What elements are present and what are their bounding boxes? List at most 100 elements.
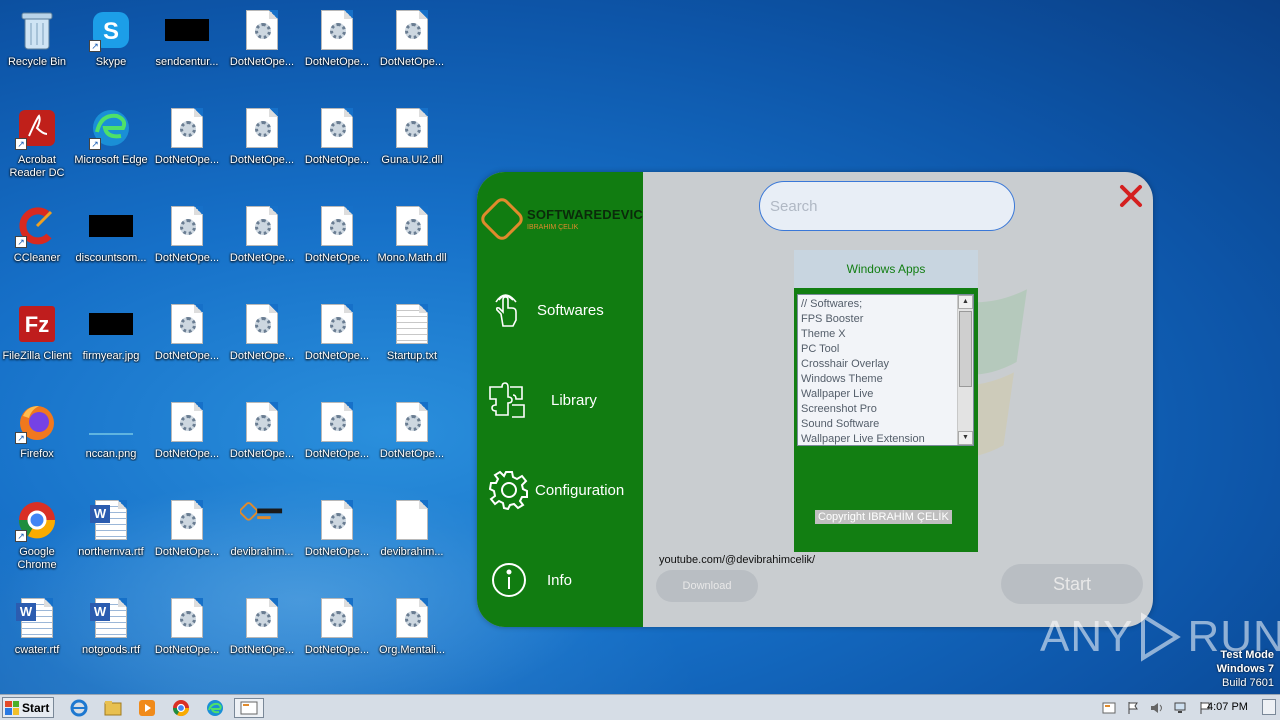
desktop-icon[interactable]: DotNetOpe...	[225, 394, 299, 484]
apps-list-item[interactable]: Wallpaper Live Extension	[801, 432, 970, 445]
apps-list-item[interactable]: PC Tool	[801, 342, 970, 357]
desktop-icon[interactable]: ↗ Google Chrome	[0, 492, 74, 582]
dll-file-icon	[390, 400, 434, 444]
desktop-icon[interactable]: DotNetOpe...	[150, 296, 224, 386]
apps-list-item[interactable]: Crosshair Overlay	[801, 357, 970, 372]
desktop-icon[interactable]: firmyear.jpg	[74, 296, 148, 386]
taskbar-chrome-icon[interactable]	[170, 698, 192, 718]
close-icon[interactable]	[1117, 182, 1145, 210]
taskbar-media-player-icon[interactable]	[136, 698, 158, 718]
desktop-icon[interactable]: DotNetOpe...	[225, 100, 299, 190]
desktop-icon[interactable]: ↗ Firefox	[0, 394, 74, 484]
nav-softwares-label: Softwares	[537, 301, 604, 319]
desktop-icon[interactable]: DotNetOpe...	[300, 492, 374, 582]
desktop-icon[interactable]: DotNetOpe...	[225, 296, 299, 386]
nav-library[interactable]: Library	[487, 376, 637, 424]
app-logo: SOFTWAREDEVIC IBRAHIM ÇELIK	[477, 194, 643, 244]
start-menu-button[interactable]: Start	[2, 697, 54, 718]
test-mode-label: Test Mode	[1220, 649, 1274, 661]
desktop-icon[interactable]: DotNetOpe...	[375, 2, 449, 92]
desktop-icon-label: Firefox	[20, 448, 54, 460]
tray-flag-icon[interactable]	[1126, 701, 1140, 715]
dll-file-icon	[165, 498, 209, 542]
volume-icon[interactable]	[1150, 701, 1164, 715]
start-button[interactable]: Start	[1001, 564, 1143, 604]
desktop-icon-label: Microsoft Edge	[74, 154, 148, 166]
apps-listbox[interactable]: // Softwares; FPS Booster Theme X PC Tool Cr…	[797, 294, 974, 446]
desktop-icon[interactable]: DotNetOpe...	[225, 2, 299, 92]
nav-softwares[interactable]: Softwares	[487, 286, 637, 334]
taskbar-explorer-icon[interactable]	[102, 698, 124, 718]
desktop-icon[interactable]: Mono.Math.dll	[375, 198, 449, 288]
desktop-icon[interactable]: devibrahim...	[225, 492, 299, 582]
dll-file-icon	[315, 498, 359, 542]
taskbar-softwaredevic-app-icon[interactable]	[234, 698, 264, 718]
desktop-icon[interactable]: DotNetOpe...	[300, 590, 374, 680]
dll-file-icon	[240, 8, 284, 52]
scroll-down-icon[interactable]: ▼	[958, 431, 973, 445]
desktop-icon[interactable]: DotNetOpe...	[150, 590, 224, 680]
desktop-icon[interactable]: Fz FileZilla Client	[0, 296, 74, 386]
desktop-icon[interactable]: DotNetOpe...	[300, 100, 374, 190]
desktop-icon[interactable]: DotNetOpe...	[150, 100, 224, 190]
desktop-icon[interactable]: DotNetOpe...	[150, 492, 224, 582]
desktop-icon[interactable]: DotNetOpe...	[225, 590, 299, 680]
scroll-up-icon[interactable]: ▲	[958, 295, 973, 309]
desktop-icon[interactable]: Wnorthernva.rtf	[74, 492, 148, 582]
desktop-icon[interactable]: sendcentur...	[150, 2, 224, 92]
desktop-icon-label: DotNetOpe...	[229, 154, 295, 166]
taskbar-edge-icon[interactable]	[204, 698, 226, 718]
desktop-icon[interactable]: nccan.png	[74, 394, 148, 484]
desktop-icon-label: Acrobat Reader DC	[9, 154, 65, 179]
network-icon[interactable]	[1174, 701, 1188, 715]
apps-list-item[interactable]: Sound Software	[801, 417, 970, 432]
desktop-icon[interactable]: Org.Mentali...	[375, 590, 449, 680]
desktop-icon[interactable]: DotNetOpe...	[300, 198, 374, 288]
desktop-icon[interactable]: devibrahim...	[375, 492, 449, 582]
desktop-icon[interactable]: ↗ Microsoft Edge	[74, 100, 148, 190]
desktop-icon[interactable]: Guna.UI2.dll	[375, 100, 449, 190]
apps-list-item[interactable]: Theme X	[801, 327, 970, 342]
desktop-icon[interactable]: DotNetOpe...	[225, 198, 299, 288]
chrome-icon: ↗	[15, 498, 59, 542]
desktop-icon-label: DotNetOpe...	[229, 644, 295, 656]
apps-list-item[interactable]: Windows Theme	[801, 372, 970, 387]
apps-list-item[interactable]: Screenshot Pro	[801, 402, 970, 417]
desktop-icon[interactable]: Startup.txt	[375, 296, 449, 386]
apps-list-item[interactable]: Wallpaper Live	[801, 387, 970, 402]
desktop-icon[interactable]: S ↗ Skype	[74, 2, 148, 92]
desktop-icon[interactable]: Wnotgoods.rtf	[74, 590, 148, 680]
desktop-icon-label: DotNetOpe...	[304, 350, 370, 362]
desktop-icon[interactable]: DotNetOpe...	[375, 394, 449, 484]
dll-file-icon	[390, 596, 434, 640]
tray-app-icon[interactable]	[1102, 701, 1116, 715]
desktop-icon[interactable]: discountsom...	[74, 198, 148, 288]
apps-list-item[interactable]: FPS Booster	[801, 312, 970, 327]
desktop-icon[interactable]: Recycle Bin	[0, 2, 74, 92]
desktop-icon[interactable]: ↗ CCleaner	[0, 198, 74, 288]
taskbar-ie-icon[interactable]	[68, 698, 90, 718]
ccleaner-icon: ↗	[15, 204, 59, 248]
desktop-icon[interactable]: DotNetOpe...	[300, 296, 374, 386]
desktop-icon[interactable]: DotNetOpe...	[150, 394, 224, 484]
clock[interactable]: 4:07 PM	[1207, 701, 1248, 713]
desktop-icon[interactable]: Wcwater.rtf	[0, 590, 74, 680]
windows-flag-icon	[5, 700, 19, 715]
desktop-icon-label: notgoods.rtf	[81, 644, 141, 656]
nav-info[interactable]: Info	[489, 556, 639, 604]
desktop-icon[interactable]: DotNetOpe...	[300, 394, 374, 484]
apps-list-item[interactable]: // Softwares;	[801, 297, 970, 312]
nav-configuration[interactable]: Configuration	[489, 466, 639, 514]
desktop-icon-label: DotNetOpe...	[154, 154, 220, 166]
logo-subtitle: IBRAHIM ÇELIK	[527, 224, 579, 231]
listbox-scrollbar[interactable]: ▲ ▼	[957, 295, 973, 445]
download-button[interactable]: Download	[656, 570, 758, 602]
show-desktop-button[interactable]	[1262, 699, 1276, 715]
youtube-link[interactable]: youtube.com/@devibrahimcelik/	[659, 554, 815, 566]
search-input[interactable]	[759, 181, 1015, 231]
logo-mark-icon	[477, 194, 527, 244]
desktop-icon[interactable]: ↗ Acrobat Reader DC	[0, 100, 74, 190]
scroll-thumb[interactable]	[959, 311, 972, 387]
desktop-icon[interactable]: DotNetOpe...	[150, 198, 224, 288]
desktop-icon[interactable]: DotNetOpe...	[300, 2, 374, 92]
